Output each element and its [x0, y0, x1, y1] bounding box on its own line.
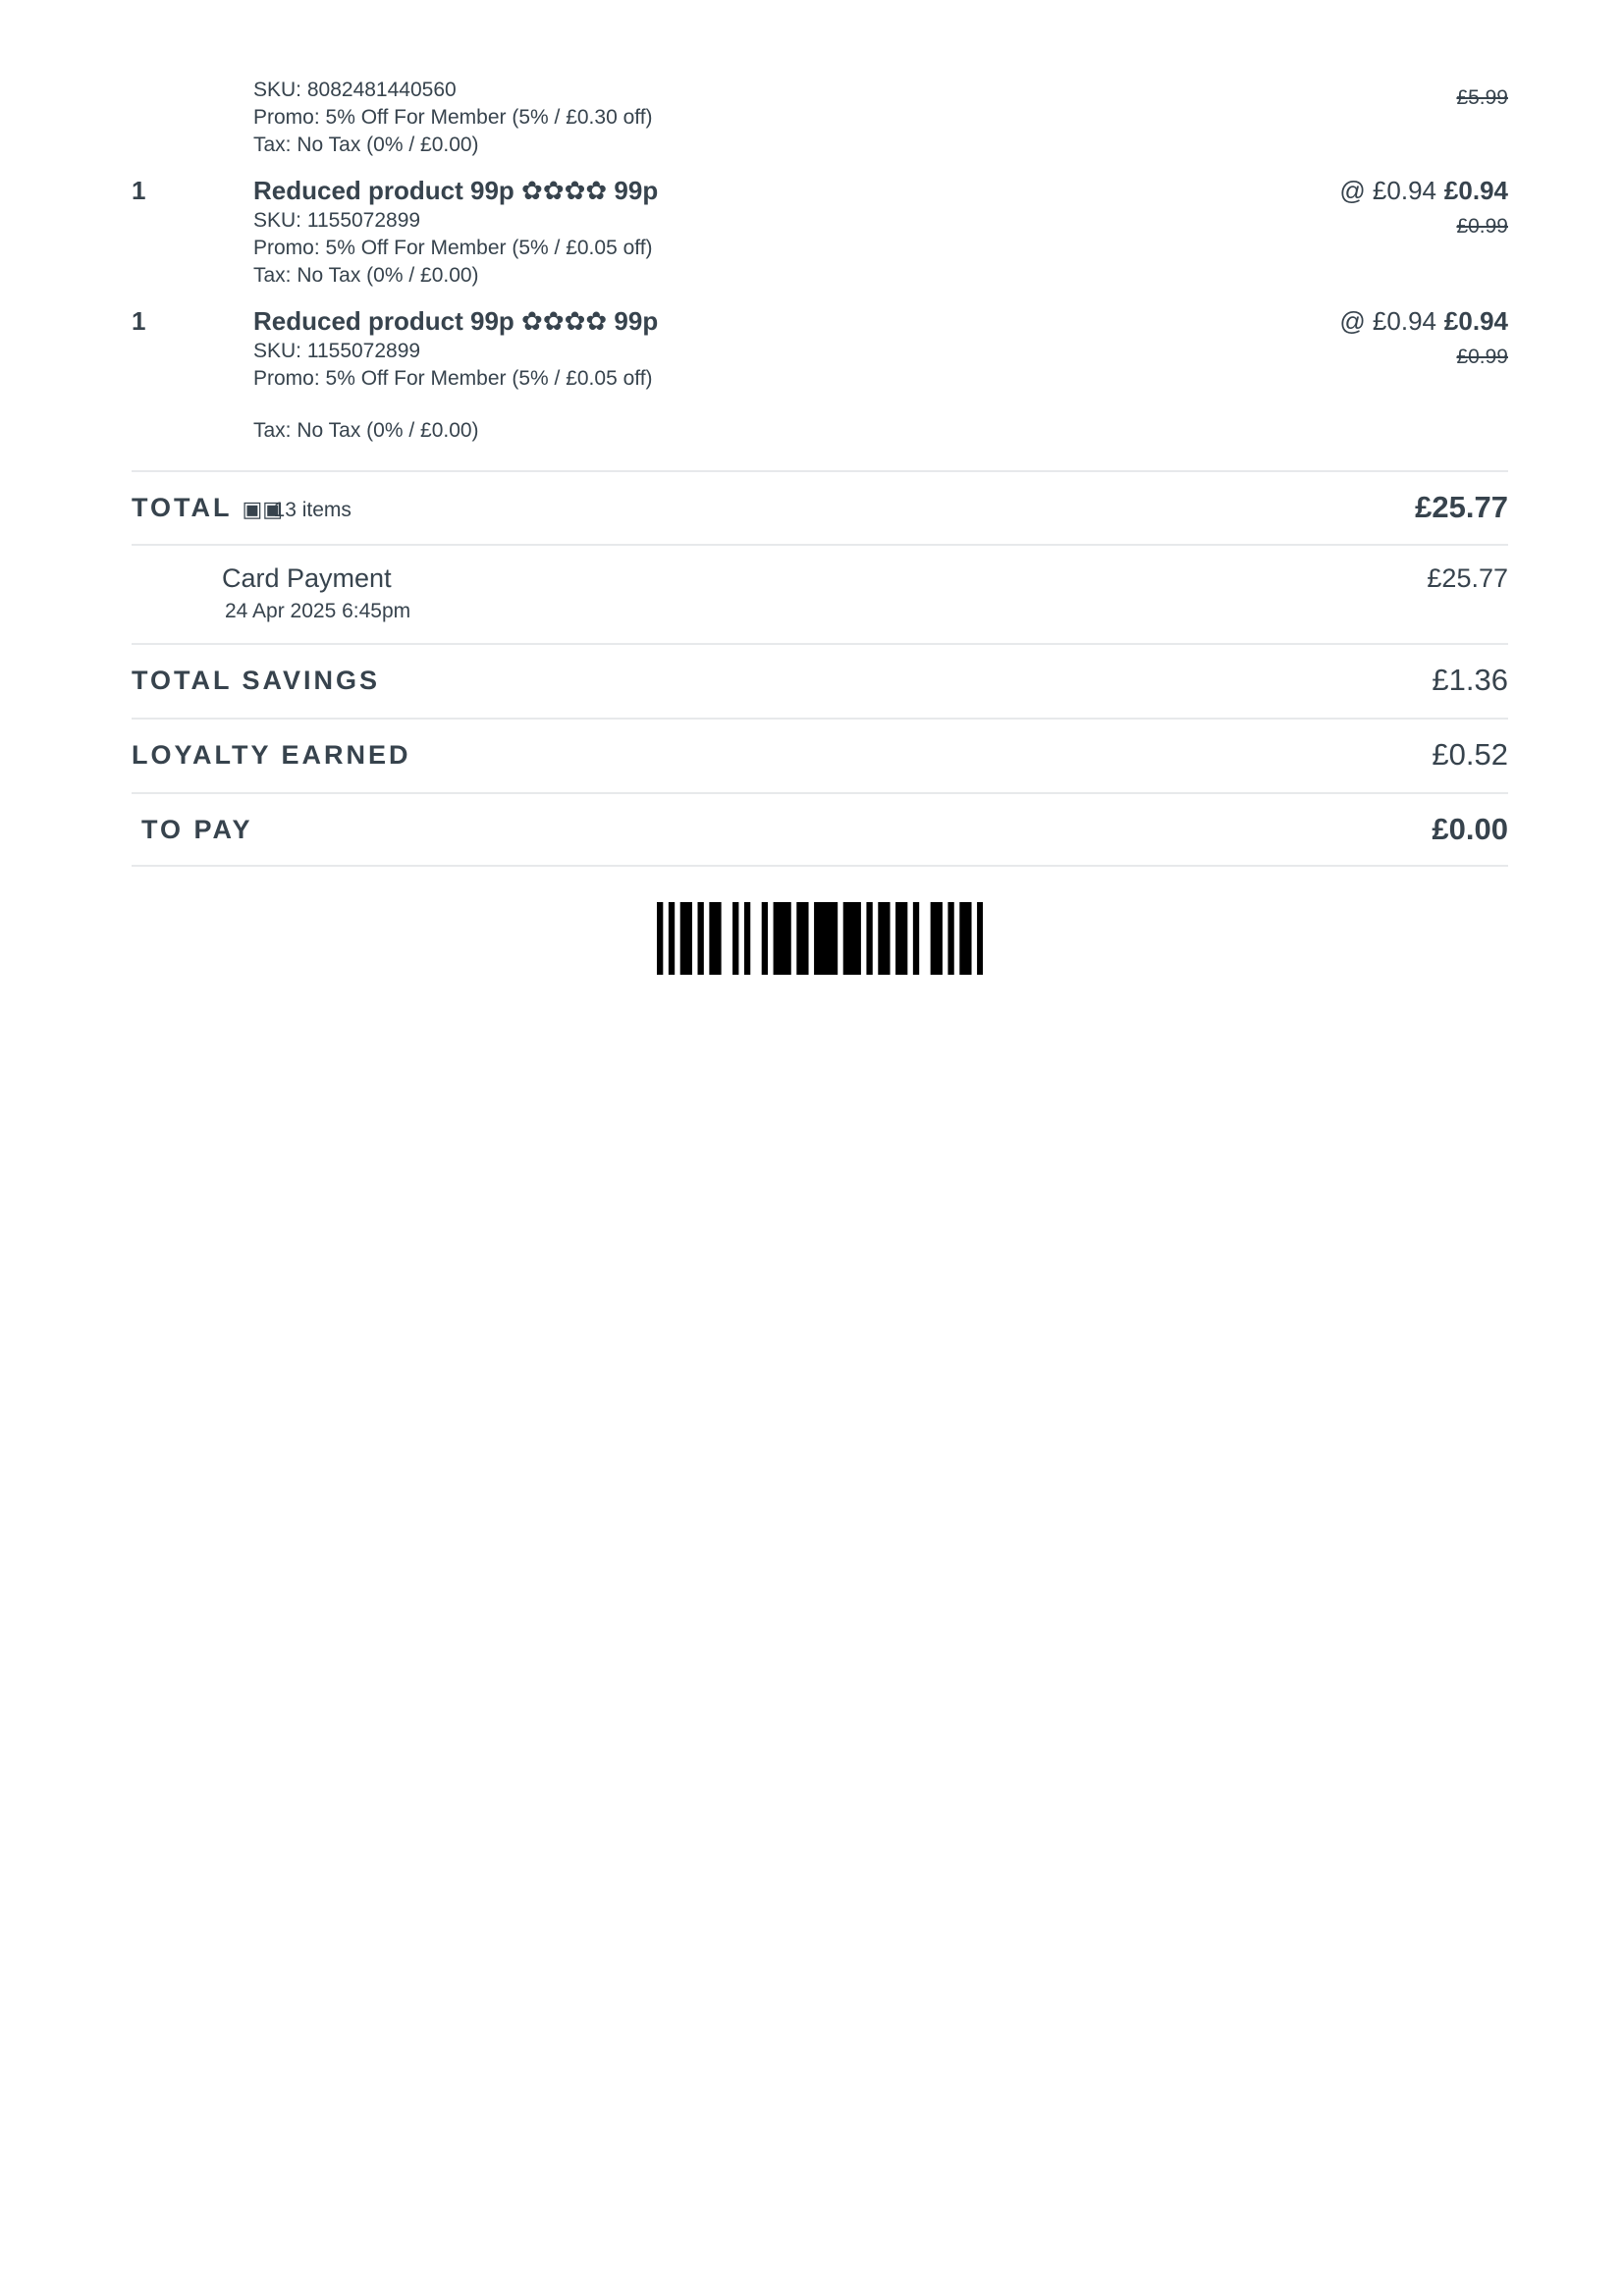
- barcode-bar: [796, 902, 803, 975]
- item-quantity: 1: [132, 306, 146, 336]
- item-quantity: 1: [132, 176, 146, 205]
- to-pay-amount: £0.00: [1432, 812, 1508, 846]
- loyalty-row: LOYALTY EARNED £0.52: [132, 718, 1508, 792]
- line-item: 1 Reduced product 99p ✿✿✿✿ 99p SKU: 1155…: [132, 304, 1508, 442]
- loyalty-label: LOYALTY EARNED: [132, 740, 411, 770]
- barcode-bar: [668, 902, 676, 975]
- barcode-bar: [802, 902, 809, 975]
- barcode-bar: [884, 902, 891, 975]
- barcode-bar: [715, 902, 722, 975]
- payment-amount: £25.77: [1427, 563, 1508, 593]
- to-pay-label: TO PAY: [141, 815, 253, 844]
- item-was-price: £0.99: [1456, 346, 1508, 368]
- payment-method: Card Payment: [222, 563, 392, 593]
- barcode-bar: [784, 902, 791, 975]
- total-amount: £25.77: [1415, 490, 1508, 524]
- item-unit-price: @ £0.94: [1339, 176, 1436, 205]
- item-tax: Tax: No Tax (0% / £0.00): [253, 264, 479, 287]
- barcode-bar: [743, 902, 751, 975]
- savings-amount: £1.36: [1432, 663, 1508, 697]
- barcode-bar: [820, 902, 827, 975]
- item-tax: Tax: No Tax (0% / £0.00): [253, 133, 479, 156]
- item-sku: SKU: 1155072899: [253, 340, 421, 362]
- item-was-price: £0.99: [1456, 215, 1508, 238]
- to-pay-row: TO PAY £0.00: [132, 792, 1508, 867]
- barcode-bar: [842, 902, 850, 975]
- barcode-bar: [825, 902, 833, 975]
- barcode-bar: [831, 902, 839, 975]
- item-sku: SKU: 8082481440560: [253, 79, 457, 101]
- receipt: SKU: 8082481440560 Promo: 5% Off For Mem…: [132, 77, 1508, 867]
- barcode-bar: [947, 902, 954, 975]
- bag-icon: ▣▣: [242, 496, 284, 521]
- item-unit-price: @ £0.94: [1339, 306, 1436, 336]
- item-description: SKU: 8082481440560 Promo: 5% Off For Mem…: [253, 77, 1137, 159]
- barcode-bar: [679, 902, 687, 975]
- barcode-bar: [709, 902, 716, 975]
- barcode-bar: [866, 902, 873, 975]
- item-amounts: £0.94 £0.99: [1444, 304, 1508, 371]
- item-description: Reduced product 99p ✿✿✿✿ 99p SKU: 115507…: [253, 304, 1137, 445]
- barcode-bar: [761, 902, 769, 975]
- total-row: TOTAL ▣▣13 items £25.77: [132, 470, 1508, 544]
- barcode-bar: [854, 902, 861, 975]
- payment-row: Card Payment 24 Apr 2025 6:45pm £25.77: [132, 544, 1508, 643]
- barcode-bar: [965, 902, 972, 975]
- item-sku: SKU: 1155072899: [253, 209, 421, 232]
- barcode-bar: [977, 902, 984, 975]
- barcode-bar: [936, 902, 943, 975]
- item-name: Reduced product 99p ✿✿✿✿ 99p: [253, 306, 659, 336]
- barcode-bar: [814, 902, 821, 975]
- savings-row: TOTAL SAVINGS £1.36: [132, 643, 1508, 718]
- item-was-price: £5.99: [1456, 86, 1508, 109]
- barcode-bar: [732, 902, 739, 975]
- total-label: TOTAL: [132, 493, 232, 522]
- barcode-bar: [657, 902, 664, 975]
- item-amounts: £0.94 £0.99: [1444, 174, 1508, 240]
- item-line-total: £0.94: [1443, 176, 1508, 205]
- barcode-bar: [779, 902, 785, 975]
- barcode-bar: [895, 902, 902, 975]
- loyalty-amount: £0.52: [1432, 737, 1508, 772]
- barcode-bar: [930, 902, 937, 975]
- barcode: [657, 902, 984, 975]
- total-label-group: TOTAL ▣▣13 items: [132, 491, 352, 527]
- barcode-bar: [697, 902, 704, 975]
- savings-label: TOTAL SAVINGS: [132, 666, 381, 695]
- item-name: Reduced product 99p ✿✿✿✿ 99p: [253, 176, 659, 205]
- barcode-bar: [959, 902, 966, 975]
- payment-date: 24 Apr 2025 6:45pm: [225, 600, 411, 622]
- barcode-bar: [878, 902, 885, 975]
- barcode-bar: [773, 902, 780, 975]
- barcode-bar: [912, 902, 920, 975]
- item-line-total: £0.94: [1443, 306, 1508, 336]
- barcode-bar: [848, 902, 855, 975]
- item-promo: Promo: 5% Off For Member (5% / £0.05 off…: [253, 237, 653, 259]
- barcode-graphic: [657, 902, 984, 975]
- item-promo: Promo: 5% Off For Member (5% / £0.05 off…: [253, 367, 653, 390]
- line-item: SKU: 8082481440560 Promo: 5% Off For Mem…: [132, 77, 1508, 161]
- item-amounts: £5.99: [1456, 77, 1508, 112]
- item-description: Reduced product 99p ✿✿✿✿ 99p SKU: 115507…: [253, 174, 1137, 290]
- item-promo: Promo: 5% Off For Member (5% / £0.30 off…: [253, 106, 653, 129]
- barcode-bar: [685, 902, 692, 975]
- item-tax: Tax: No Tax (0% / £0.00): [253, 419, 479, 442]
- barcode-bar: [901, 902, 908, 975]
- line-item: 1 Reduced product 99p ✿✿✿✿ 99p SKU: 1155…: [132, 174, 1508, 293]
- item-count: 13 items: [273, 499, 352, 521]
